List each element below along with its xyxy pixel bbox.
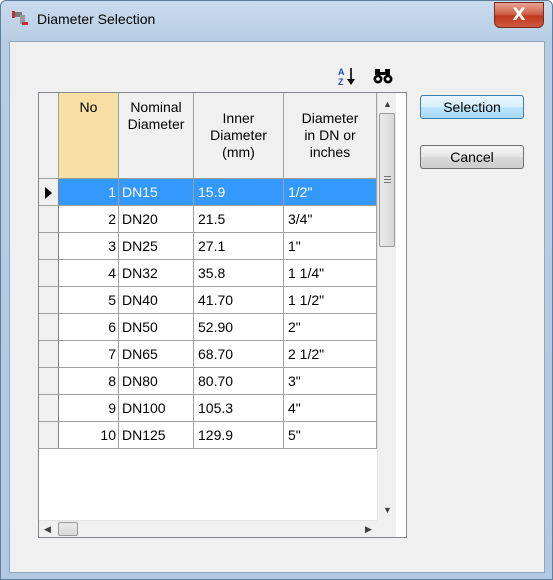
row-selector[interactable]	[39, 341, 59, 368]
scroll-left-icon[interactable]: ◀	[39, 521, 56, 538]
row-selector[interactable]	[39, 233, 59, 260]
diameter-selection-window: Diameter Selection X A Z No Nominal Diam…	[0, 0, 553, 580]
vertical-scrollbar[interactable]: ▲ ▼	[377, 93, 396, 520]
pipe-app-icon	[12, 11, 28, 25]
diameter-grid[interactable]: No Nominal Diameter Inner Diameter (mm) …	[38, 92, 407, 538]
scrollbar-corner	[377, 520, 396, 537]
cell-no[interactable]: 8	[59, 368, 119, 395]
sort-az-icon[interactable]: A Z	[336, 65, 358, 87]
cell-diameter-inches[interactable]: 2"	[284, 314, 377, 341]
table-row[interactable]: 1 DN15 15.9 1/2"	[39, 179, 377, 206]
cell-inner-diameter[interactable]: 15.9	[194, 179, 284, 206]
table-row[interactable]: 4 DN32 35.8 1 1/4"	[39, 260, 377, 287]
svg-text:A: A	[338, 67, 345, 77]
scroll-right-icon[interactable]: ▶	[360, 521, 377, 538]
cell-diameter-inches[interactable]: 3"	[284, 368, 377, 395]
column-header-inner-diameter[interactable]: Inner Diameter (mm)	[194, 93, 284, 179]
table-row[interactable]: 7 DN65 68.70 2 1/2"	[39, 341, 377, 368]
table-row[interactable]: 8 DN80 80.70 3"	[39, 368, 377, 395]
column-header-nominal-diameter[interactable]: Nominal Diameter	[119, 93, 194, 179]
row-selector[interactable]	[39, 260, 59, 287]
row-selector[interactable]	[39, 422, 59, 449]
cell-nominal-diameter[interactable]: DN40	[119, 287, 194, 314]
cell-no[interactable]: 1	[59, 179, 119, 206]
cell-diameter-inches[interactable]: 1 1/4"	[284, 260, 377, 287]
cell-diameter-inches[interactable]: 5"	[284, 422, 377, 449]
table-row[interactable]: 3 DN25 27.1 1"	[39, 233, 377, 260]
scroll-up-icon[interactable]: ▲	[378, 95, 397, 112]
row-selector[interactable]	[39, 179, 59, 206]
horizontal-scroll-thumb[interactable]	[58, 522, 78, 536]
row-selector[interactable]	[39, 206, 59, 233]
scroll-down-icon[interactable]: ▼	[378, 501, 397, 518]
cell-inner-diameter[interactable]: 41.70	[194, 287, 284, 314]
current-row-arrow-icon	[45, 187, 52, 199]
cell-diameter-inches[interactable]: 1"	[284, 233, 377, 260]
binoculars-icon[interactable]	[372, 65, 394, 87]
title-bar[interactable]: Diameter Selection X	[1, 1, 552, 41]
table-row[interactable]: 10 DN125 129.9 5"	[39, 422, 377, 449]
cell-no[interactable]: 7	[59, 341, 119, 368]
svg-text:Z: Z	[338, 77, 344, 87]
table-row[interactable]: 2 DN20 21.5 3/4"	[39, 206, 377, 233]
cell-no[interactable]: 2	[59, 206, 119, 233]
cell-diameter-inches[interactable]: 3/4"	[284, 206, 377, 233]
row-selector[interactable]	[39, 368, 59, 395]
row-selector[interactable]	[39, 314, 59, 341]
cell-diameter-inches[interactable]: 1 1/2"	[284, 287, 377, 314]
table-row[interactable]: 5 DN40 41.70 1 1/2"	[39, 287, 377, 314]
row-selector[interactable]	[39, 287, 59, 314]
selection-button[interactable]: Selection	[420, 95, 524, 119]
close-button[interactable]: X	[494, 2, 544, 28]
cell-no[interactable]: 9	[59, 395, 119, 422]
vertical-scroll-thumb[interactable]	[379, 113, 395, 247]
row-selector[interactable]	[39, 395, 59, 422]
horizontal-scrollbar[interactable]: ◀ ▶	[39, 520, 377, 537]
column-header-diameter-dn-inches[interactable]: Diameter in DN or inches	[284, 93, 377, 179]
row-selector-header	[39, 93, 59, 179]
cell-diameter-inches[interactable]: 4"	[284, 395, 377, 422]
cell-diameter-inches[interactable]: 1/2"	[284, 179, 377, 206]
table-row[interactable]: 6 DN50 52.90 2"	[39, 314, 377, 341]
window-title: Diameter Selection	[37, 11, 156, 27]
cell-nominal-diameter[interactable]: DN20	[119, 206, 194, 233]
cell-no[interactable]: 10	[59, 422, 119, 449]
cancel-button[interactable]: Cancel	[420, 145, 524, 169]
cell-no[interactable]: 3	[59, 233, 119, 260]
cell-inner-diameter[interactable]: 129.9	[194, 422, 284, 449]
cell-inner-diameter[interactable]: 35.8	[194, 260, 284, 287]
cell-inner-diameter[interactable]: 21.5	[194, 206, 284, 233]
cell-inner-diameter[interactable]: 27.1	[194, 233, 284, 260]
cell-inner-diameter[interactable]: 80.70	[194, 368, 284, 395]
cell-nominal-diameter[interactable]: DN65	[119, 341, 194, 368]
cell-no[interactable]: 6	[59, 314, 119, 341]
cell-inner-diameter[interactable]: 105.3	[194, 395, 284, 422]
cell-inner-diameter[interactable]: 52.90	[194, 314, 284, 341]
cell-nominal-diameter[interactable]: DN15	[119, 179, 194, 206]
close-icon: X	[512, 5, 526, 25]
column-header-no[interactable]: No	[59, 93, 119, 179]
dialog-client-area: A Z No Nominal Diameter Inner Diameter (…	[9, 41, 545, 573]
cell-diameter-inches[interactable]: 2 1/2"	[284, 341, 377, 368]
cell-nominal-diameter[interactable]: DN125	[119, 422, 194, 449]
cell-nominal-diameter[interactable]: DN80	[119, 368, 194, 395]
cell-no[interactable]: 5	[59, 287, 119, 314]
cell-no[interactable]: 4	[59, 260, 119, 287]
table-row[interactable]: 9 DN100 105.3 4"	[39, 395, 377, 422]
cell-inner-diameter[interactable]: 68.70	[194, 341, 284, 368]
cell-nominal-diameter[interactable]: DN50	[119, 314, 194, 341]
cell-nominal-diameter[interactable]: DN32	[119, 260, 194, 287]
cell-nominal-diameter[interactable]: DN25	[119, 233, 194, 260]
cell-nominal-diameter[interactable]: DN100	[119, 395, 194, 422]
